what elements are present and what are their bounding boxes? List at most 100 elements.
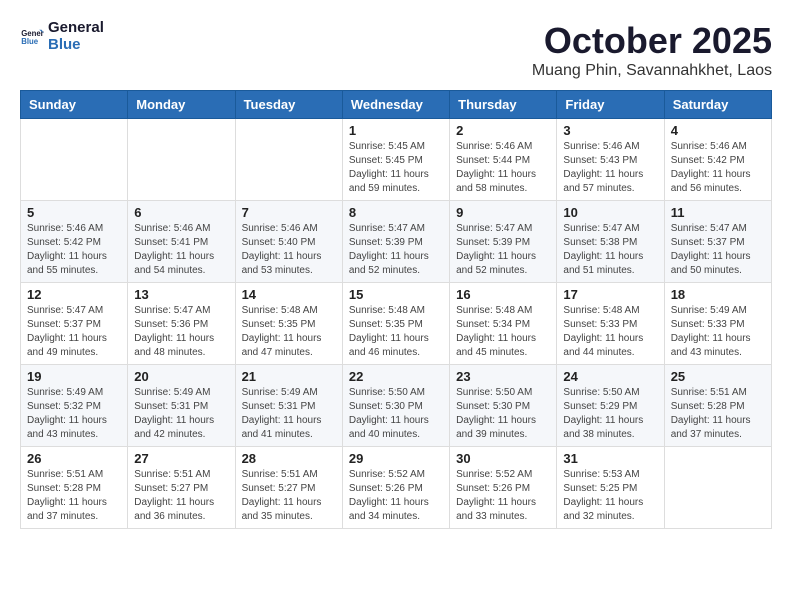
day-info: Sunrise: 5:52 AM Sunset: 5:26 PM Dayligh… bbox=[456, 468, 550, 524]
day-info: Sunrise: 5:49 AM Sunset: 5:31 PM Dayligh… bbox=[242, 386, 336, 442]
day-info: Sunrise: 5:46 AM Sunset: 5:44 PM Dayligh… bbox=[456, 140, 550, 196]
calendar-cell: 31 Sunrise: 5:53 AM Sunset: 5:25 PM Dayli… bbox=[557, 447, 664, 529]
calendar-cell: 4Sunrise: 5:46 AM Sunset: 5:42 PM Daylig… bbox=[664, 119, 771, 201]
day-number: 19 bbox=[27, 369, 121, 384]
logo: General Blue General Blue bbox=[20, 20, 104, 53]
calendar-cell: 26 Sunrise: 5:51 AM Sunset: 5:28 PM Dayli… bbox=[21, 447, 128, 529]
calendar-cell: 7 Sunrise: 5:46 AM Sunset: 5:40 PM Daylig… bbox=[235, 201, 342, 283]
day-number: 13 bbox=[134, 287, 228, 302]
calendar-cell: 15 Sunrise: 5:48 AM Sunset: 5:35 PM Dayli… bbox=[342, 283, 449, 365]
calendar-header-saturday: Saturday bbox=[664, 91, 771, 119]
day-number: 1 bbox=[349, 123, 443, 138]
calendar-cell: 20 Sunrise: 5:49 AM Sunset: 5:31 PM Dayli… bbox=[128, 365, 235, 447]
calendar-cell: 17Sunrise: 5:48 AM Sunset: 5:33 PM Dayli… bbox=[557, 283, 664, 365]
calendar-cell: 14 Sunrise: 5:48 AM Sunset: 5:35 PM Dayli… bbox=[235, 283, 342, 365]
header: General Blue General Blue October 2025 M… bbox=[20, 20, 772, 80]
day-info: Sunrise: 5:50 AM Sunset: 5:29 PM Dayligh… bbox=[563, 386, 657, 442]
day-number: 2 bbox=[456, 123, 550, 138]
day-info: Sunrise: 5:49 AM Sunset: 5:31 PM Dayligh… bbox=[134, 386, 228, 442]
calendar-cell bbox=[128, 119, 235, 201]
day-number: 29 bbox=[349, 451, 443, 466]
calendar-cell: 28 Sunrise: 5:51 AM Sunset: 5:27 PM Dayli… bbox=[235, 447, 342, 529]
calendar-cell: 19 Sunrise: 5:49 AM Sunset: 5:32 PM Dayli… bbox=[21, 365, 128, 447]
day-info: Sunrise: 5:46 AM Sunset: 5:43 PM Dayligh… bbox=[563, 140, 657, 196]
day-number: 28 bbox=[242, 451, 336, 466]
calendar-cell: 6 Sunrise: 5:46 AM Sunset: 5:41 PM Daylig… bbox=[128, 201, 235, 283]
day-info: Sunrise: 5:47 AM Sunset: 5:36 PM Dayligh… bbox=[134, 304, 228, 360]
calendar-cell: 13 Sunrise: 5:47 AM Sunset: 5:36 PM Dayli… bbox=[128, 283, 235, 365]
calendar-cell: 11 Sunrise: 5:47 AM Sunset: 5:37 PM Dayli… bbox=[664, 201, 771, 283]
day-info: Sunrise: 5:51 AM Sunset: 5:28 PM Dayligh… bbox=[27, 468, 121, 524]
calendar-cell: 24 Sunrise: 5:50 AM Sunset: 5:29 PM Dayli… bbox=[557, 365, 664, 447]
day-number: 25 bbox=[671, 369, 765, 384]
calendar-cell bbox=[664, 447, 771, 529]
calendar-header-tuesday: Tuesday bbox=[235, 91, 342, 119]
day-number: 12 bbox=[27, 287, 121, 302]
day-info: Sunrise: 5:45 AM Sunset: 5:45 PM Dayligh… bbox=[349, 140, 443, 196]
day-info: Sunrise: 5:52 AM Sunset: 5:26 PM Dayligh… bbox=[349, 468, 443, 524]
svg-text:Blue: Blue bbox=[21, 37, 39, 46]
day-number: 10 bbox=[563, 205, 657, 220]
month-title: October 2025 bbox=[532, 20, 772, 62]
day-info: Sunrise: 5:47 AM Sunset: 5:38 PM Dayligh… bbox=[563, 222, 657, 278]
day-info: Sunrise: 5:47 AM Sunset: 5:37 PM Dayligh… bbox=[27, 304, 121, 360]
day-info: Sunrise: 5:48 AM Sunset: 5:35 PM Dayligh… bbox=[349, 304, 443, 360]
day-number: 24 bbox=[563, 369, 657, 384]
day-number: 4 bbox=[671, 123, 765, 138]
day-info: Sunrise: 5:49 AM Sunset: 5:33 PM Dayligh… bbox=[671, 304, 765, 360]
logo-text-general: General bbox=[48, 20, 104, 37]
calendar-cell: 30Sunrise: 5:52 AM Sunset: 5:26 PM Dayli… bbox=[450, 447, 557, 529]
day-number: 27 bbox=[134, 451, 228, 466]
day-info: Sunrise: 5:46 AM Sunset: 5:42 PM Dayligh… bbox=[27, 222, 121, 278]
calendar-cell: 21Sunrise: 5:49 AM Sunset: 5:31 PM Dayli… bbox=[235, 365, 342, 447]
day-info: Sunrise: 5:49 AM Sunset: 5:32 PM Dayligh… bbox=[27, 386, 121, 442]
day-number: 8 bbox=[349, 205, 443, 220]
day-info: Sunrise: 5:50 AM Sunset: 5:30 PM Dayligh… bbox=[349, 386, 443, 442]
calendar-week-1: 1 Sunrise: 5:45 AM Sunset: 5:45 PM Daylig… bbox=[21, 119, 772, 201]
day-info: Sunrise: 5:47 AM Sunset: 5:39 PM Dayligh… bbox=[456, 222, 550, 278]
day-number: 9 bbox=[456, 205, 550, 220]
calendar-cell: 5 Sunrise: 5:46 AM Sunset: 5:42 PM Daylig… bbox=[21, 201, 128, 283]
day-info: Sunrise: 5:53 AM Sunset: 5:25 PM Dayligh… bbox=[563, 468, 657, 524]
calendar-cell: 25Sunrise: 5:51 AM Sunset: 5:28 PM Dayli… bbox=[664, 365, 771, 447]
calendar-header-row: SundayMondayTuesdayWednesdayThursdayFrid… bbox=[21, 91, 772, 119]
calendar-cell: 16Sunrise: 5:48 AM Sunset: 5:34 PM Dayli… bbox=[450, 283, 557, 365]
day-number: 7 bbox=[242, 205, 336, 220]
day-info: Sunrise: 5:51 AM Sunset: 5:27 PM Dayligh… bbox=[242, 468, 336, 524]
day-number: 5 bbox=[27, 205, 121, 220]
day-number: 18 bbox=[671, 287, 765, 302]
title-area: October 2025 Muang Phin, Savannahkhet, L… bbox=[532, 20, 772, 80]
day-info: Sunrise: 5:46 AM Sunset: 5:40 PM Dayligh… bbox=[242, 222, 336, 278]
calendar-cell: 2 Sunrise: 5:46 AM Sunset: 5:44 PM Daylig… bbox=[450, 119, 557, 201]
day-info: Sunrise: 5:46 AM Sunset: 5:41 PM Dayligh… bbox=[134, 222, 228, 278]
calendar-cell: 23Sunrise: 5:50 AM Sunset: 5:30 PM Dayli… bbox=[450, 365, 557, 447]
calendar-header-wednesday: Wednesday bbox=[342, 91, 449, 119]
calendar-header-friday: Friday bbox=[557, 91, 664, 119]
calendar-cell: 18 Sunrise: 5:49 AM Sunset: 5:33 PM Dayli… bbox=[664, 283, 771, 365]
calendar-cell: 27Sunrise: 5:51 AM Sunset: 5:27 PM Dayli… bbox=[128, 447, 235, 529]
day-info: Sunrise: 5:47 AM Sunset: 5:37 PM Dayligh… bbox=[671, 222, 765, 278]
day-number: 22 bbox=[349, 369, 443, 384]
day-number: 20 bbox=[134, 369, 228, 384]
day-number: 14 bbox=[242, 287, 336, 302]
day-info: Sunrise: 5:48 AM Sunset: 5:35 PM Dayligh… bbox=[242, 304, 336, 360]
calendar-cell: 8 Sunrise: 5:47 AM Sunset: 5:39 PM Daylig… bbox=[342, 201, 449, 283]
calendar-header-sunday: Sunday bbox=[21, 91, 128, 119]
calendar-cell: 29 Sunrise: 5:52 AM Sunset: 5:26 PM Dayli… bbox=[342, 447, 449, 529]
calendar-week-3: 12 Sunrise: 5:47 AM Sunset: 5:37 PM Dayli… bbox=[21, 283, 772, 365]
logo-text-blue: Blue bbox=[48, 37, 104, 54]
day-info: Sunrise: 5:48 AM Sunset: 5:33 PM Dayligh… bbox=[563, 304, 657, 360]
day-number: 15 bbox=[349, 287, 443, 302]
calendar-cell bbox=[235, 119, 342, 201]
calendar-cell: 22 Sunrise: 5:50 AM Sunset: 5:30 PM Dayli… bbox=[342, 365, 449, 447]
calendar-cell: 12 Sunrise: 5:47 AM Sunset: 5:37 PM Dayli… bbox=[21, 283, 128, 365]
day-info: Sunrise: 5:47 AM Sunset: 5:39 PM Dayligh… bbox=[349, 222, 443, 278]
day-number: 31 bbox=[563, 451, 657, 466]
calendar: SundayMondayTuesdayWednesdayThursdayFrid… bbox=[20, 90, 772, 529]
day-info: Sunrise: 5:48 AM Sunset: 5:34 PM Dayligh… bbox=[456, 304, 550, 360]
calendar-week-2: 5 Sunrise: 5:46 AM Sunset: 5:42 PM Daylig… bbox=[21, 201, 772, 283]
calendar-cell: 1 Sunrise: 5:45 AM Sunset: 5:45 PM Daylig… bbox=[342, 119, 449, 201]
day-number: 26 bbox=[27, 451, 121, 466]
day-number: 6 bbox=[134, 205, 228, 220]
day-number: 11 bbox=[671, 205, 765, 220]
